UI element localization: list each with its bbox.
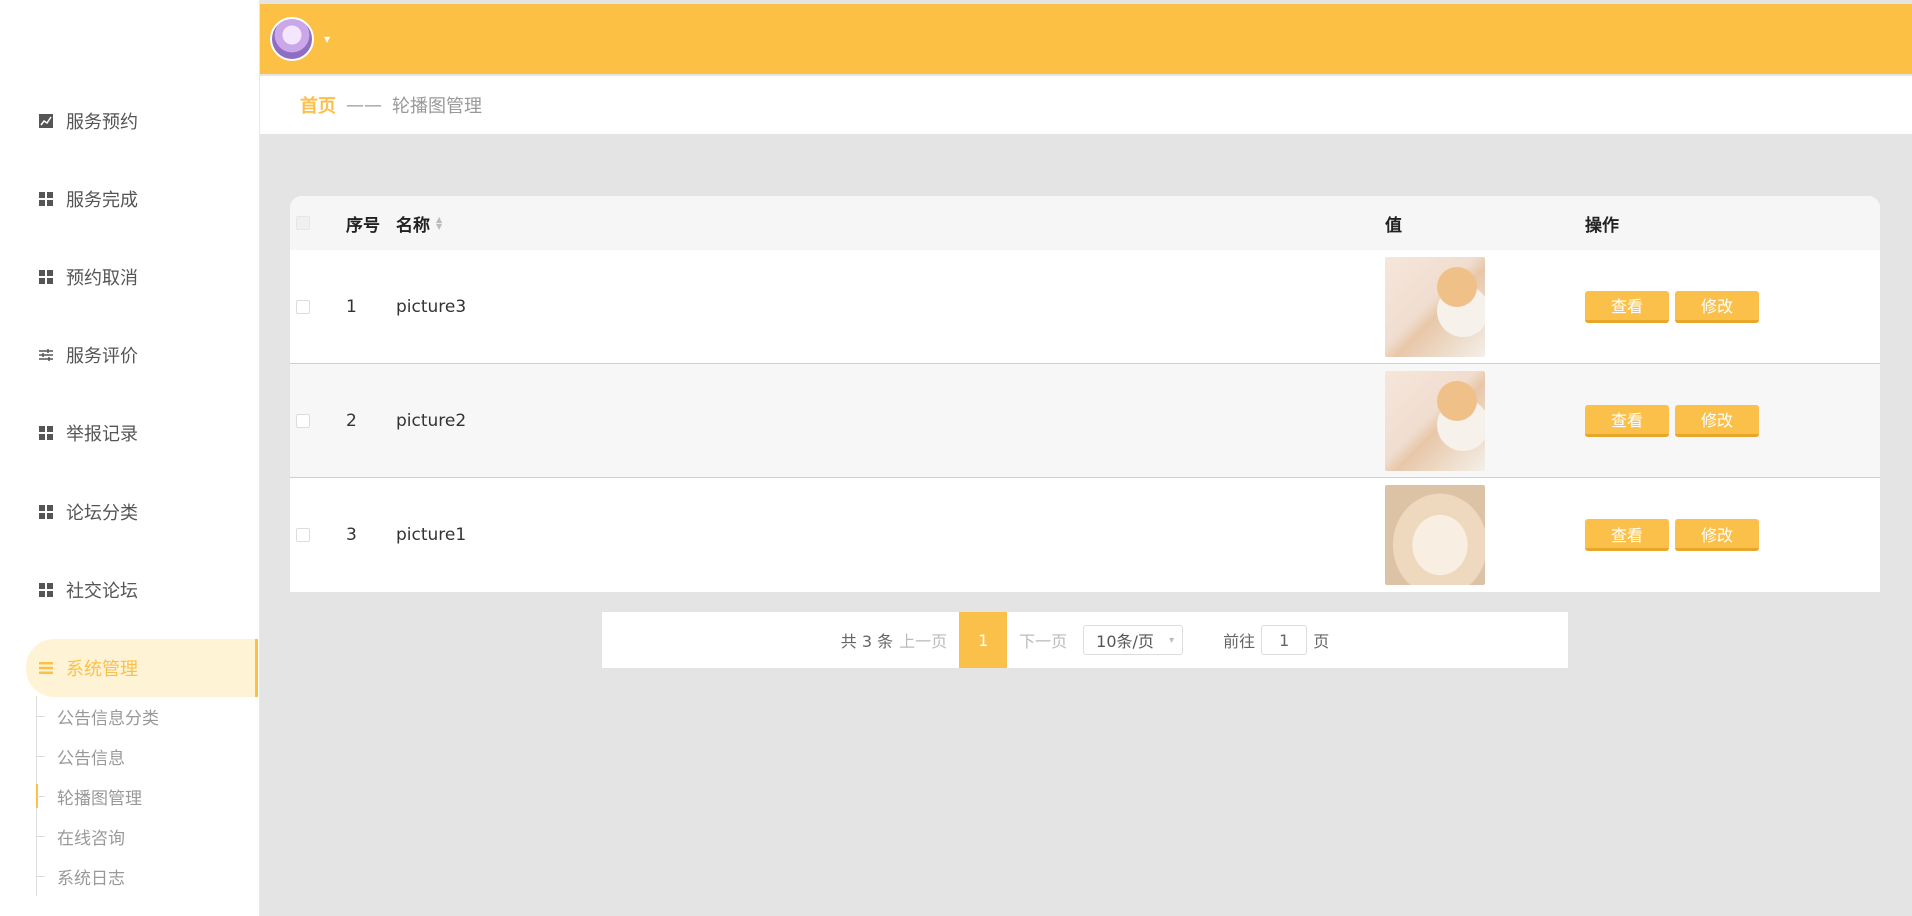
row-index: 1 xyxy=(346,296,357,317)
sidebar-item-label: 举报记录 xyxy=(66,424,138,445)
table-row: 1 picture3 查看 修改 xyxy=(290,250,1880,364)
sidebar-item-booking-cancel[interactable]: 预约取消 xyxy=(0,248,258,306)
sidebar-item-report-record[interactable]: 举报记录 xyxy=(0,404,258,462)
column-header-name-label: 名称 xyxy=(396,215,430,236)
sidebar-item-forum-category[interactable]: 论坛分类 xyxy=(0,483,258,541)
row-checkbox[interactable] xyxy=(296,478,310,592)
pagination-total: 共 3 条 xyxy=(840,632,894,651)
pagination: 共 3 条 上一页 1 下一页 10条/页 ▾ 前往 1 页 xyxy=(602,612,1568,668)
prev-page-button[interactable]: 上一页 xyxy=(899,628,947,652)
chevron-down-icon: ▾ xyxy=(1169,634,1175,646)
breadcrumb-home[interactable]: 首页 xyxy=(300,92,336,118)
sidebar-item-social-forum[interactable]: 社交论坛 xyxy=(0,561,258,619)
row-name: picture3 xyxy=(396,296,467,317)
row-actions: 查看 修改 xyxy=(1585,250,1765,363)
row-name: picture2 xyxy=(396,410,467,431)
row-name: picture1 xyxy=(396,525,467,545)
sidebar-item-service-review[interactable]: 服务评价 xyxy=(0,326,258,384)
data-table: 序号 名称 ▲ ▼ 值 操作 1 picture3 查看 修改 2 picture… xyxy=(290,196,1880,592)
breadcrumb-separator: —— xyxy=(346,94,382,116)
sidebar-item-service-complete[interactable]: 服务完成 xyxy=(0,170,258,228)
view-button[interactable]: 查看 xyxy=(1585,404,1669,437)
column-header-value: 值 xyxy=(1385,215,1402,236)
row-index: 3 xyxy=(346,525,357,545)
sub-menu: 公告信息分类 公告信息 轮播图管理 在线咨询 系统日志 xyxy=(36,696,256,896)
sidebar-item-label: 系统管理 xyxy=(66,659,138,680)
breadcrumb-current: 轮播图管理 xyxy=(392,96,482,117)
breadcrumb: 首页 —— 轮播图管理 xyxy=(260,76,1912,134)
row-actions: 查看 修改 xyxy=(1585,364,1765,477)
column-header-index: 序号 xyxy=(346,215,380,236)
table-row: 2 picture2 查看 修改 xyxy=(290,364,1880,478)
sidebar-item-label: 服务完成 xyxy=(66,190,138,211)
sidebar-item-label: 预约取消 xyxy=(66,268,138,289)
row-image xyxy=(1385,364,1485,477)
table-header: 序号 名称 ▲ ▼ 值 操作 xyxy=(290,196,1880,250)
page-unit-label: 页 xyxy=(1313,632,1330,651)
page-size-select[interactable]: 10条/页 ▾ xyxy=(1083,625,1184,655)
select-all-checkbox[interactable] xyxy=(296,196,310,250)
sidebar: 服务预约 服务完成 预约取消 服务评价 举报记录 论坛分类 社交论坛 系统管理 … xyxy=(0,0,260,916)
column-header-actions: 操作 xyxy=(1585,215,1619,236)
edit-button[interactable]: 修改 xyxy=(1675,290,1759,323)
sub-item-carousel-management[interactable]: 轮播图管理 xyxy=(36,776,256,816)
next-page-button[interactable]: 下一页 xyxy=(1019,628,1067,652)
sliders-icon xyxy=(38,347,54,363)
sub-item-notice-category[interactable]: 公告信息分类 xyxy=(37,696,256,736)
row-actions: 查看 修改 xyxy=(1585,478,1765,592)
grid-icon xyxy=(38,425,54,441)
sidebar-item-service-booking[interactable]: 服务预约 xyxy=(0,92,258,150)
row-image xyxy=(1385,478,1485,592)
sidebar-item-label: 服务预约 xyxy=(66,112,138,133)
carousel-thumbnail xyxy=(1385,370,1485,471)
page-number-current[interactable]: 1 xyxy=(959,612,1008,668)
row-image xyxy=(1385,250,1485,363)
sidebar-item-label: 服务评价 xyxy=(66,346,138,367)
grid-icon xyxy=(38,582,54,598)
sidebar-item-label: 社交论坛 xyxy=(66,581,138,602)
view-button[interactable]: 查看 xyxy=(1585,519,1669,551)
grid-icon xyxy=(38,504,54,520)
sub-item-system-log[interactable]: 系统日志 xyxy=(37,856,256,896)
edit-button[interactable]: 修改 xyxy=(1675,519,1759,551)
sub-item-online-consult[interactable]: 在线咨询 xyxy=(37,816,256,856)
carousel-thumbnail xyxy=(1385,256,1485,357)
column-header-name[interactable]: 名称 ▲ ▼ xyxy=(396,196,442,250)
sub-item-notice[interactable]: 公告信息 xyxy=(37,736,256,776)
grid-icon xyxy=(38,191,54,207)
edit-button[interactable]: 修改 xyxy=(1675,404,1759,437)
goto-page-input[interactable]: 1 xyxy=(1261,625,1308,655)
goto-label: 前往 xyxy=(1223,632,1256,651)
chevron-down-icon[interactable]: ▾ xyxy=(324,32,330,46)
row-checkbox[interactable] xyxy=(296,250,310,363)
row-checkbox[interactable] xyxy=(296,364,310,477)
page-size-value: 10条/页 xyxy=(1096,632,1154,651)
sidebar-item-label: 论坛分类 xyxy=(66,503,138,524)
sidebar-item-system-management[interactable]: 系统管理 xyxy=(26,639,258,697)
view-button[interactable]: 查看 xyxy=(1585,290,1669,323)
menu-icon xyxy=(38,660,54,676)
row-index: 2 xyxy=(346,410,357,431)
chart-icon xyxy=(38,113,54,129)
top-bar: ▾ xyxy=(260,4,1912,74)
carousel-thumbnail xyxy=(1385,485,1485,585)
grid-icon xyxy=(38,269,54,285)
table-row: 3 picture1 查看 修改 xyxy=(290,478,1880,592)
sort-icon[interactable]: ▲ ▼ xyxy=(436,216,442,231)
avatar[interactable] xyxy=(270,17,314,61)
